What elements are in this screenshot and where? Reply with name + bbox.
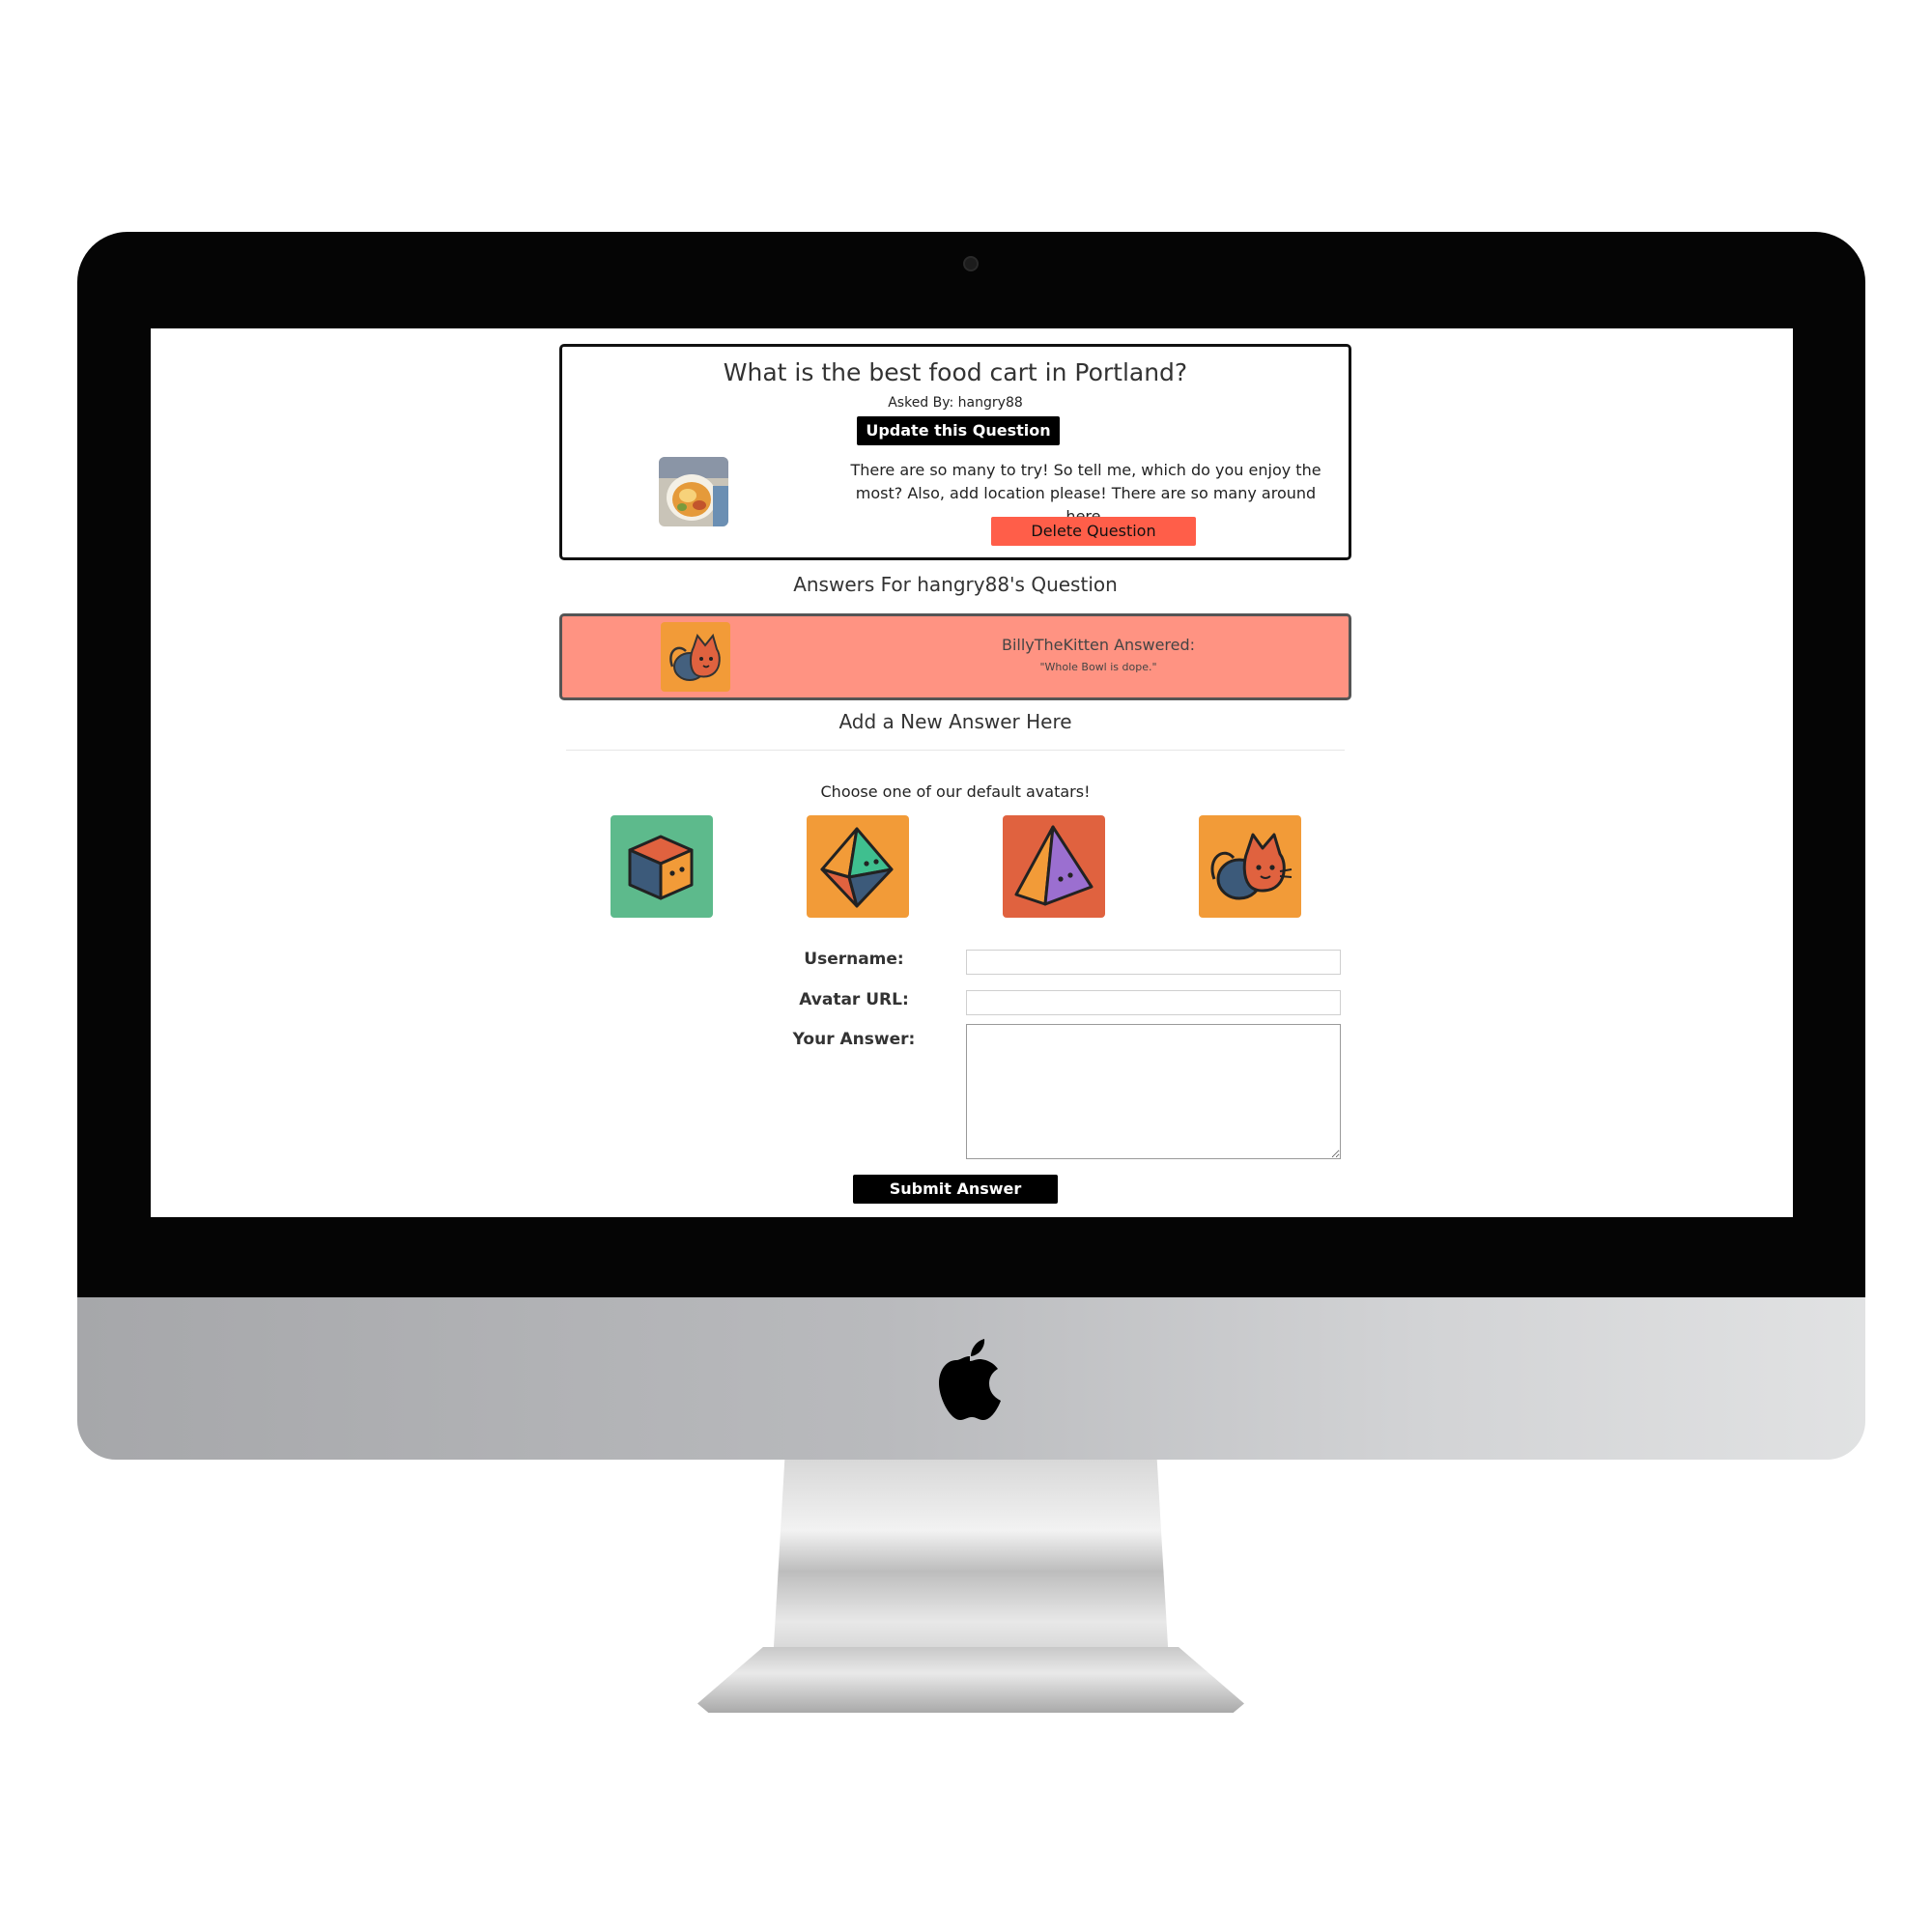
answer-avatar [661, 622, 730, 692]
pyramid-avatar-icon [1003, 815, 1105, 918]
camera-icon [963, 256, 979, 271]
avatar-option-cat[interactable] [1199, 815, 1301, 918]
screen: What is the best food cart in Portland? … [151, 328, 1793, 1217]
asked-by-label: Asked By: hangry88 [888, 395, 1023, 411]
add-answer-heading: Add a New Answer Here [838, 710, 1072, 733]
monitor-stand-base [697, 1647, 1244, 1713]
question-avatar [659, 457, 728, 526]
divider [566, 750, 1345, 751]
avatar-url-label: Avatar URL: [799, 990, 909, 1009]
avatar-url-input[interactable] [966, 990, 1341, 1015]
avatar-option-octahedron[interactable] [807, 815, 909, 918]
food-photo-icon [659, 457, 728, 526]
question-title: What is the best food cart in Portland? [723, 358, 1188, 386]
avatar-option-cube[interactable] [611, 815, 713, 918]
answer-card: BillyTheKitten Answered: "Whole Bowl is … [559, 613, 1351, 700]
answer-username: BillyTheKitten Answered: [1001, 636, 1196, 654]
delete-question-button[interactable]: Delete Question [991, 517, 1196, 546]
avatar-option-pyramid[interactable] [1003, 815, 1105, 918]
question-card: What is the best food cart in Portland? … [559, 344, 1351, 560]
avatar-prompt: Choose one of our default avatars! [820, 782, 1091, 801]
update-question-button[interactable]: Update this Question [857, 416, 1060, 445]
cat-avatar-icon [1199, 815, 1301, 918]
apple-logo-icon [939, 1339, 1001, 1420]
octahedron-avatar-icon [807, 815, 909, 918]
answer-textarea[interactable] [966, 1024, 1341, 1159]
answer-text: "Whole Bowl is dope." [1039, 661, 1157, 673]
monitor-stand-neck [773, 1460, 1169, 1662]
submit-answer-button[interactable]: Submit Answer [853, 1175, 1058, 1204]
cube-avatar-icon [611, 815, 713, 918]
your-answer-label: Your Answer: [792, 1030, 916, 1049]
username-label: Username: [804, 950, 904, 969]
cat-avatar-icon [661, 622, 730, 692]
username-input[interactable] [966, 950, 1341, 975]
answers-heading: Answers For hangry88's Question [793, 573, 1118, 596]
